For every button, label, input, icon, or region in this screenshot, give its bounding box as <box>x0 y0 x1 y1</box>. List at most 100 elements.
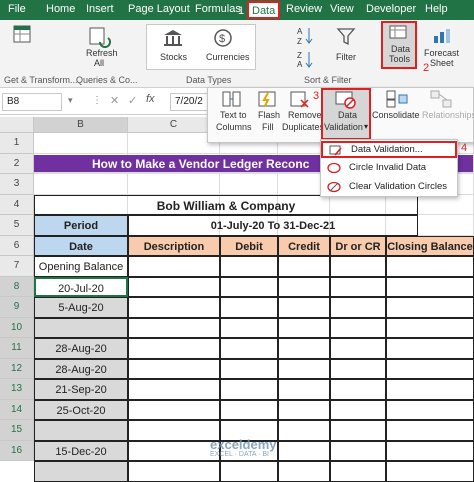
row-header[interactable]: 6 <box>0 235 34 256</box>
data-cell[interactable] <box>330 399 386 420</box>
data-cell[interactable] <box>220 317 278 338</box>
data-cell[interactable] <box>220 399 278 420</box>
data-cell[interactable] <box>278 420 330 441</box>
flash-fill-label-1[interactable]: Flash <box>258 110 280 120</box>
data-cell[interactable] <box>330 317 386 338</box>
data-cell[interactable] <box>386 358 474 379</box>
data-cell[interactable] <box>220 358 278 379</box>
data-cell[interactable] <box>128 276 220 297</box>
data-cell[interactable] <box>278 317 330 338</box>
row-header[interactable]: 4 <box>0 194 34 215</box>
filter-label[interactable]: Filter <box>336 52 356 62</box>
data-cell[interactable] <box>128 379 220 400</box>
cancel-icon[interactable]: ✕ <box>110 94 119 107</box>
row-header[interactable]: 3 <box>0 174 34 195</box>
date-cell[interactable]: 20-Jul-20 <box>34 276 128 297</box>
menu-clear-circles[interactable]: Clear Validation Circles <box>321 178 457 196</box>
row-header[interactable]: 2 <box>0 153 34 174</box>
menu-formulas[interactable]: Formulas <box>195 3 241 15</box>
get-data-icon[interactable] <box>12 24 34 46</box>
data-cell[interactable] <box>386 399 474 420</box>
forecast-icon[interactable] <box>432 26 458 44</box>
refresh-icon[interactable] <box>88 26 112 48</box>
data-cell[interactable] <box>128 399 220 420</box>
menu-review[interactable]: Review <box>286 3 322 15</box>
data-cell[interactable] <box>386 276 474 297</box>
column-header-b[interactable]: B <box>34 117 128 133</box>
data-cell[interactable] <box>278 399 330 420</box>
enter-icon[interactable]: ✓ <box>128 94 137 107</box>
forecast-label-1[interactable]: Forecast <box>424 48 459 58</box>
sort-az-icon[interactable]: AZ <box>295 24 317 46</box>
row-header[interactable]: 11 <box>0 338 34 359</box>
menu-insert[interactable]: Insert <box>86 3 114 15</box>
menu-page-layout[interactable]: Page Layout <box>128 3 190 15</box>
date-cell[interactable] <box>34 461 128 482</box>
menu-data-validation[interactable]: Data Validation... <box>321 141 457 158</box>
consolidate-label[interactable]: Consolidate <box>372 110 420 120</box>
cell[interactable] <box>220 174 278 195</box>
data-cell[interactable] <box>220 338 278 359</box>
data-cell[interactable] <box>128 317 220 338</box>
name-box-dropdown-icon[interactable]: ▾ <box>68 95 73 106</box>
select-all-corner[interactable] <box>0 117 34 133</box>
data-cell[interactable] <box>278 379 330 400</box>
data-cell[interactable] <box>128 338 220 359</box>
row-header[interactable]: 12 <box>0 358 34 379</box>
cell[interactable] <box>34 133 128 154</box>
data-cell[interactable] <box>386 256 474 277</box>
data-cell[interactable] <box>386 461 474 482</box>
date-cell[interactable] <box>34 317 128 338</box>
data-cell[interactable] <box>278 297 330 318</box>
menu-developer[interactable]: Developer <box>366 3 416 15</box>
data-cell[interactable] <box>220 461 278 482</box>
data-cell[interactable] <box>128 420 220 441</box>
row-header[interactable]: 16 <box>0 440 34 461</box>
data-cell[interactable] <box>330 420 386 441</box>
cell[interactable] <box>34 174 128 195</box>
formula-input[interactable]: 7/20/2 <box>170 93 210 111</box>
date-cell[interactable]: 5-Aug-20 <box>34 297 128 318</box>
data-cell[interactable] <box>128 256 220 277</box>
data-cell[interactable] <box>128 440 220 461</box>
date-cell[interactable]: 21-Sep-20 <box>34 379 128 400</box>
data-cell[interactable] <box>278 338 330 359</box>
data-cell[interactable] <box>278 358 330 379</box>
data-cell[interactable] <box>330 440 386 461</box>
data-cell[interactable] <box>128 461 220 482</box>
data-cell[interactable] <box>220 379 278 400</box>
data-cell[interactable] <box>128 297 220 318</box>
row-header[interactable]: 14 <box>0 399 34 420</box>
menu-data[interactable]: Data <box>247 1 281 19</box>
data-cell[interactable] <box>386 338 474 359</box>
date-cell[interactable]: 28-Aug-20 <box>34 338 128 359</box>
data-cell[interactable] <box>278 440 330 461</box>
date-cell[interactable]: 15-Dec-20 <box>34 440 128 461</box>
data-cell[interactable] <box>386 440 474 461</box>
text-to-columns-label-1[interactable]: Text to <box>220 110 247 120</box>
sort-za-icon[interactable]: ZA <box>295 50 317 68</box>
data-cell[interactable] <box>220 276 278 297</box>
data-cell[interactable] <box>278 276 330 297</box>
filter-icon[interactable] <box>336 26 356 46</box>
name-box[interactable]: B8 <box>2 93 62 111</box>
data-cell[interactable] <box>128 358 220 379</box>
row-header[interactable]: 15 <box>0 420 34 441</box>
data-cell[interactable] <box>386 379 474 400</box>
row-header[interactable]: 8 <box>0 276 34 297</box>
data-cell[interactable] <box>220 297 278 318</box>
row-header[interactable]: 13 <box>0 379 34 400</box>
stocks-label[interactable]: Stocks <box>160 52 187 62</box>
data-cell[interactable] <box>220 256 278 277</box>
currencies-label[interactable]: Currencies <box>206 52 250 62</box>
data-cell[interactable] <box>278 256 330 277</box>
refresh-all-label[interactable]: Refresh <box>86 48 118 58</box>
data-cell[interactable] <box>386 317 474 338</box>
menu-view[interactable]: View <box>330 3 354 15</box>
cell[interactable] <box>128 174 220 195</box>
function-icon[interactable]: fx <box>146 93 155 105</box>
date-cell[interactable]: 25-Oct-20 <box>34 399 128 420</box>
menu-help[interactable]: Help <box>425 3 448 15</box>
row-header[interactable]: 5 <box>0 215 34 236</box>
row-header[interactable]: 7 <box>0 256 34 277</box>
